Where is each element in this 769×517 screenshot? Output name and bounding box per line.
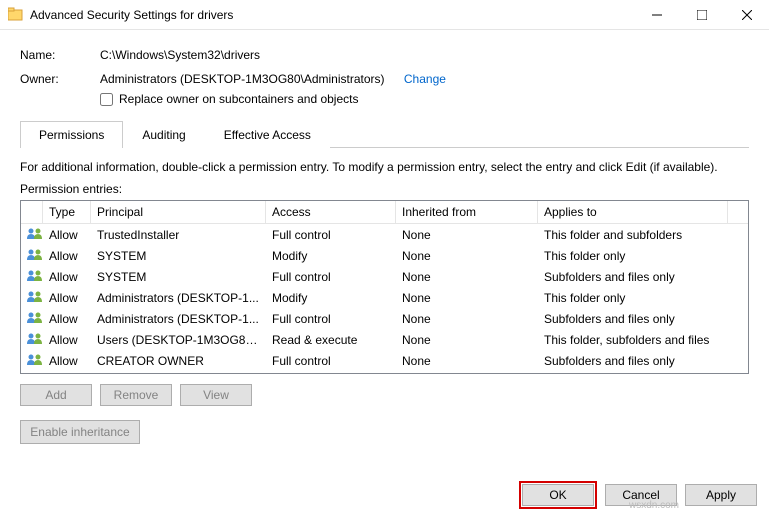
entries-label: Permission entries:	[20, 182, 749, 196]
name-value: C:\Windows\System32\drivers	[100, 48, 749, 62]
users-icon	[27, 332, 43, 344]
cell-access: Full control	[266, 268, 396, 286]
cell-inherited: None	[396, 268, 538, 286]
ok-button[interactable]: OK	[522, 484, 594, 506]
owner-value: Administrators (DESKTOP-1M3OG80\Administ…	[100, 72, 385, 86]
view-button: View	[180, 384, 252, 406]
users-icon	[27, 311, 43, 323]
cell-type: Allow	[43, 373, 91, 375]
cell-inherited: None	[396, 331, 538, 349]
close-button[interactable]	[724, 0, 769, 30]
replace-owner-label: Replace owner on subcontainers and objec…	[119, 92, 358, 106]
tab-bar: Permissions Auditing Effective Access	[20, 120, 749, 148]
apply-button[interactable]: Apply	[685, 484, 757, 506]
cell-access: Read & execute	[266, 373, 396, 375]
cell-type: Allow	[43, 352, 91, 370]
change-owner-link[interactable]: Change	[404, 72, 446, 86]
ok-highlight: OK	[519, 481, 597, 509]
cell-principal: SYSTEM	[91, 247, 266, 265]
tab-permissions[interactable]: Permissions	[20, 121, 123, 148]
cell-applies: This folder, subfolders and files	[538, 373, 728, 375]
cell-applies: This folder, subfolders and files	[538, 331, 728, 349]
permission-grid[interactable]: Type Principal Access Inherited from App…	[20, 200, 749, 374]
folder-shield-icon	[8, 7, 24, 23]
cell-access: Read & execute	[266, 331, 396, 349]
users-icon	[27, 269, 43, 281]
name-label: Name:	[20, 48, 100, 62]
grid-header: Type Principal Access Inherited from App…	[21, 201, 748, 224]
users-icon	[27, 248, 43, 260]
cell-principal: Administrators (DESKTOP-1...	[91, 310, 266, 328]
tab-auditing[interactable]: Auditing	[123, 121, 204, 148]
cell-type: Allow	[43, 331, 91, 349]
users-icon	[27, 353, 43, 365]
cell-access: Full control	[266, 226, 396, 244]
col-type[interactable]: Type	[43, 201, 91, 223]
cell-access: Modify	[266, 247, 396, 265]
cell-type: Allow	[43, 268, 91, 286]
cell-inherited: None	[396, 247, 538, 265]
replace-owner-checkbox[interactable]	[100, 93, 113, 106]
table-row[interactable]: AllowTrustedInstallerFull controlNoneThi…	[21, 224, 748, 245]
table-row[interactable]: AllowCREATOR OWNERFull controlNoneSubfol…	[21, 350, 748, 371]
minimize-button[interactable]	[634, 0, 679, 30]
cell-access: Modify	[266, 289, 396, 307]
cell-applies: This folder and subfolders	[538, 226, 728, 244]
users-icon	[27, 227, 43, 239]
window-title: Advanced Security Settings for drivers	[30, 8, 634, 22]
cell-applies: Subfolders and files only	[538, 268, 728, 286]
table-row[interactable]: AllowAdministrators (DESKTOP-1...ModifyN…	[21, 287, 748, 308]
col-applies[interactable]: Applies to	[538, 201, 728, 223]
table-row[interactable]: AllowAdministrators (DESKTOP-1...Full co…	[21, 308, 748, 329]
col-principal[interactable]: Principal	[91, 201, 266, 223]
cell-principal: ALL APPLICATION PACKAGES	[91, 373, 266, 375]
cell-inherited: None	[396, 289, 538, 307]
cell-principal: Users (DESKTOP-1M3OG80\U...	[91, 331, 266, 349]
remove-button: Remove	[100, 384, 172, 406]
cell-access: Full control	[266, 352, 396, 370]
col-access[interactable]: Access	[266, 201, 396, 223]
cell-inherited: None	[396, 373, 538, 375]
cell-inherited: None	[396, 226, 538, 244]
users-icon	[27, 290, 43, 302]
cell-type: Allow	[43, 310, 91, 328]
cell-principal: Administrators (DESKTOP-1...	[91, 289, 266, 307]
owner-label: Owner:	[20, 72, 100, 86]
cell-type: Allow	[43, 289, 91, 307]
titlebar: Advanced Security Settings for drivers	[0, 0, 769, 30]
cell-applies: This folder only	[538, 289, 728, 307]
maximize-button[interactable]	[679, 0, 724, 30]
enable-inheritance-button: Enable inheritance	[20, 420, 140, 444]
cell-applies: Subfolders and files only	[538, 310, 728, 328]
add-button: Add	[20, 384, 92, 406]
cell-access: Full control	[266, 310, 396, 328]
cell-applies: This folder only	[538, 247, 728, 265]
cell-inherited: None	[396, 310, 538, 328]
cell-type: Allow	[43, 247, 91, 265]
table-row[interactable]: AllowALL APPLICATION PACKAGESRead & exec…	[21, 371, 748, 374]
table-row[interactable]: AllowUsers (DESKTOP-1M3OG80\U...Read & e…	[21, 329, 748, 350]
cell-principal: SYSTEM	[91, 268, 266, 286]
cell-principal: TrustedInstaller	[91, 226, 266, 244]
col-inherited[interactable]: Inherited from	[396, 201, 538, 223]
table-row[interactable]: AllowSYSTEMModifyNoneThis folder only	[21, 245, 748, 266]
cell-type: Allow	[43, 226, 91, 244]
cell-principal: CREATOR OWNER	[91, 352, 266, 370]
cell-inherited: None	[396, 352, 538, 370]
table-row[interactable]: AllowSYSTEMFull controlNoneSubfolders an…	[21, 266, 748, 287]
tab-effective-access[interactable]: Effective Access	[205, 121, 330, 148]
cancel-button[interactable]: Cancel	[605, 484, 677, 506]
info-text: For additional information, double-click…	[20, 160, 749, 174]
cell-applies: Subfolders and files only	[538, 352, 728, 370]
